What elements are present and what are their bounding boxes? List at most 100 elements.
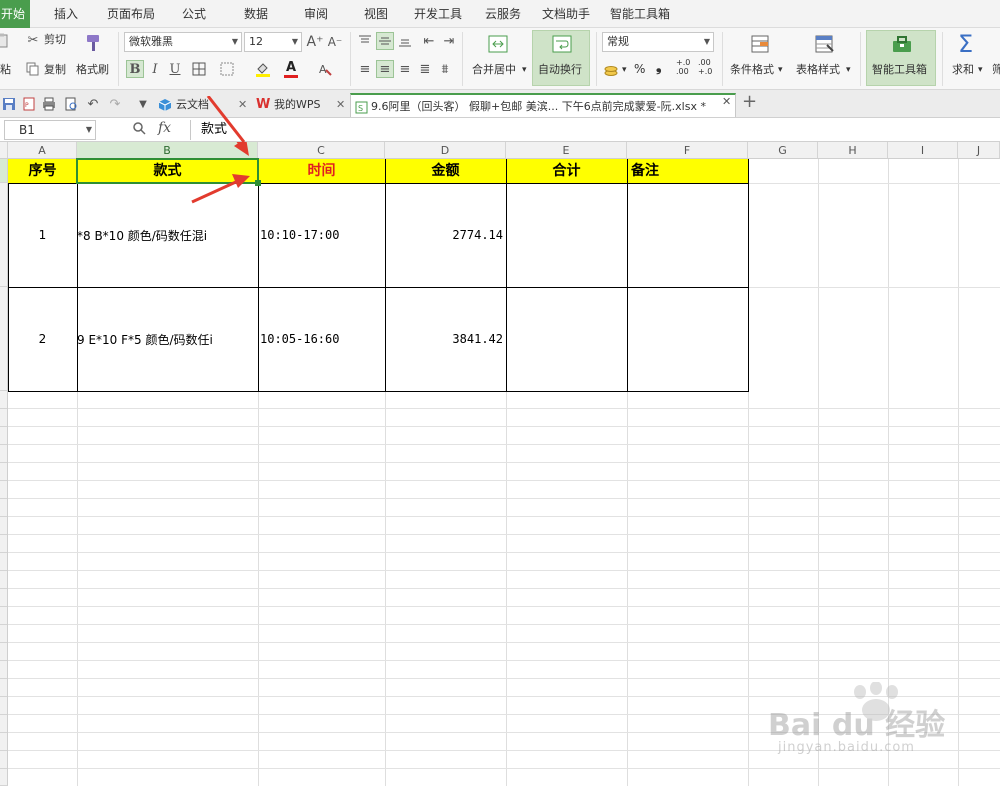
chevron-down-icon[interactable]: ▾ <box>522 62 527 78</box>
currency-icon[interactable] <box>602 60 620 78</box>
conditional-format-icon[interactable] <box>748 32 772 56</box>
increase-font-icon[interactable]: A⁺ <box>306 33 324 51</box>
paste-icon[interactable] <box>0 32 12 50</box>
print-icon[interactable] <box>40 95 58 113</box>
chevron-down-icon[interactable]: ▾ <box>846 62 851 78</box>
spreadsheet-file-icon: S <box>355 99 368 117</box>
paste-label[interactable]: 粘 <box>0 62 11 78</box>
wrap-text-icon[interactable] <box>550 32 574 56</box>
name-box-value: B1 <box>19 123 35 137</box>
filter-button[interactable]: 筛 <box>992 62 1000 78</box>
justify-icon[interactable]: ≣ <box>416 60 434 78</box>
export-pdf-icon[interactable]: P <box>20 95 38 113</box>
format-painter-button[interactable]: 格式刷 <box>76 62 109 78</box>
table-style-button[interactable]: 表格样式 <box>796 62 840 78</box>
fx-icon[interactable]: fx <box>158 120 171 136</box>
decrease-font-icon[interactable]: A⁻ <box>326 33 344 51</box>
clear-format-icon[interactable]: A <box>316 60 334 78</box>
tab-file-label: 9.6阿里（回头客） 假聊+包邮 美滨... 下午6点前完成蒙爱-阮.xlsx … <box>371 100 706 113</box>
fill-handle[interactable] <box>255 180 261 186</box>
menu-tab-developer[interactable]: 开发工具 <box>410 0 466 28</box>
distributed-icon[interactable]: ⩩ <box>436 60 454 78</box>
thousands-button[interactable]: ❟ <box>656 59 662 75</box>
formula-input[interactable]: 款式 <box>190 120 998 140</box>
toolbox-icon[interactable] <box>890 32 914 56</box>
indent-increase-icon[interactable]: ⇥ <box>440 32 458 50</box>
copy-icon[interactable] <box>24 60 42 78</box>
menu-tab-view[interactable]: 视图 <box>356 0 396 28</box>
merge-center-button[interactable]: 合并居中 <box>472 62 516 78</box>
align-right-icon[interactable]: ≡ <box>396 60 414 78</box>
zoom-icon[interactable] <box>132 121 146 138</box>
menu-tab-page-layout[interactable]: 页面布局 <box>104 0 158 28</box>
close-icon[interactable]: ✕ <box>722 95 731 108</box>
menu-tab-cloud[interactable]: 云服务 <box>480 0 526 28</box>
table-style-icon[interactable] <box>812 32 836 56</box>
align-middle-icon[interactable] <box>376 32 394 50</box>
row-headers[interactable] <box>0 391 8 786</box>
fill-color-icon[interactable] <box>254 60 272 78</box>
cell-style-icon[interactable] <box>218 60 236 78</box>
chevron-down-icon[interactable]: ▼ <box>134 95 152 113</box>
align-center-icon[interactable]: ≡ <box>376 60 394 78</box>
selection-outline <box>76 158 259 184</box>
undo-icon[interactable]: ↶ <box>84 95 102 113</box>
merge-center-icon[interactable] <box>486 32 510 56</box>
menu-tab-insert[interactable]: 插入 <box>46 0 86 28</box>
font-color-swatch <box>284 75 298 78</box>
menu-tab-formulas[interactable]: 公式 <box>174 0 214 28</box>
tab-active-file[interactable]: S 9.6阿里（回头客） 假聊+包邮 美滨... 下午6点前完成蒙爱-阮.xls… <box>350 93 736 117</box>
font-name-value: 微软雅黑 <box>129 35 173 48</box>
conditional-format-button[interactable]: 条件格式 <box>730 62 774 78</box>
menu-tab-doc-assistant[interactable]: 文档助手 <box>538 0 594 28</box>
smart-toolbox-button[interactable]: 智能工具箱 <box>872 62 927 78</box>
chevron-down-icon[interactable]: ▾ <box>622 62 627 78</box>
percent-button[interactable]: % <box>634 61 645 77</box>
svg-text:P: P <box>25 102 29 109</box>
sum-icon[interactable]: Σ <box>958 30 973 58</box>
redo-icon[interactable]: ↷ <box>106 95 124 113</box>
menu-tab-review[interactable]: 审阅 <box>296 0 336 28</box>
name-box[interactable]: B1 ▼ <box>4 120 96 140</box>
watermark-url: jingyan.baidu.com <box>778 740 915 755</box>
increase-decimal-button[interactable]: +.0 .00 <box>676 58 690 76</box>
border-icon[interactable] <box>190 60 208 78</box>
print-preview-icon[interactable] <box>62 95 80 113</box>
menu-tab-data[interactable]: 数据 <box>236 0 276 28</box>
font-color-glyph: A <box>285 59 297 75</box>
cube-icon <box>158 97 172 117</box>
chevron-down-icon[interactable]: ▾ <box>778 62 783 78</box>
table-borders <box>8 142 749 392</box>
font-color-button[interactable]: A <box>282 58 300 76</box>
chevron-down-icon: ▼ <box>85 125 92 134</box>
save-icon[interactable] <box>0 95 18 113</box>
cut-button[interactable]: 剪切 <box>44 32 66 48</box>
decrease-decimal-button[interactable]: .00 +.0 <box>698 58 712 76</box>
bold-button[interactable]: B <box>126 60 144 78</box>
menu-tab-smart-toolbox[interactable]: 智能工具箱 <box>606 0 674 28</box>
align-top-icon[interactable] <box>356 32 374 50</box>
wrap-text-button[interactable]: 自动换行 <box>538 62 582 78</box>
underline-button[interactable]: U <box>166 60 184 78</box>
number-format-select[interactable]: 常规 ▼ <box>602 32 714 52</box>
chevron-down-icon: ▼ <box>291 37 298 46</box>
italic-button[interactable]: I <box>146 60 164 78</box>
font-name-select[interactable]: 微软雅黑 ▼ <box>124 32 242 52</box>
new-tab-icon[interactable]: + <box>742 91 757 112</box>
font-size-select[interactable]: 12 ▼ <box>244 32 302 52</box>
align-bottom-icon[interactable] <box>396 32 414 50</box>
svg-text:A: A <box>319 63 327 76</box>
close-icon[interactable]: ✕ <box>336 93 345 117</box>
indent-decrease-icon[interactable]: ⇤ <box>420 32 438 50</box>
copy-button[interactable]: 复制 <box>44 62 66 78</box>
chevron-down-icon: ▼ <box>703 37 710 46</box>
ribbon: 粘 ✂ 剪切 复制 格式刷 微软雅黑 ▼ 12 ▼ A⁺ A⁻ B I U A … <box>0 28 1000 90</box>
chevron-down-icon[interactable]: ▾ <box>978 62 983 78</box>
number-format-value: 常规 <box>607 35 629 48</box>
align-left-icon[interactable]: ≡ <box>356 60 374 78</box>
format-painter-icon[interactable] <box>82 32 104 54</box>
menu-tab-home[interactable]: 开始 <box>0 0 30 28</box>
scissors-icon[interactable]: ✂ <box>24 31 42 49</box>
tab-my-wps[interactable]: W 我的WPS ✕ <box>254 93 350 117</box>
sum-button[interactable]: 求和 <box>952 62 974 78</box>
